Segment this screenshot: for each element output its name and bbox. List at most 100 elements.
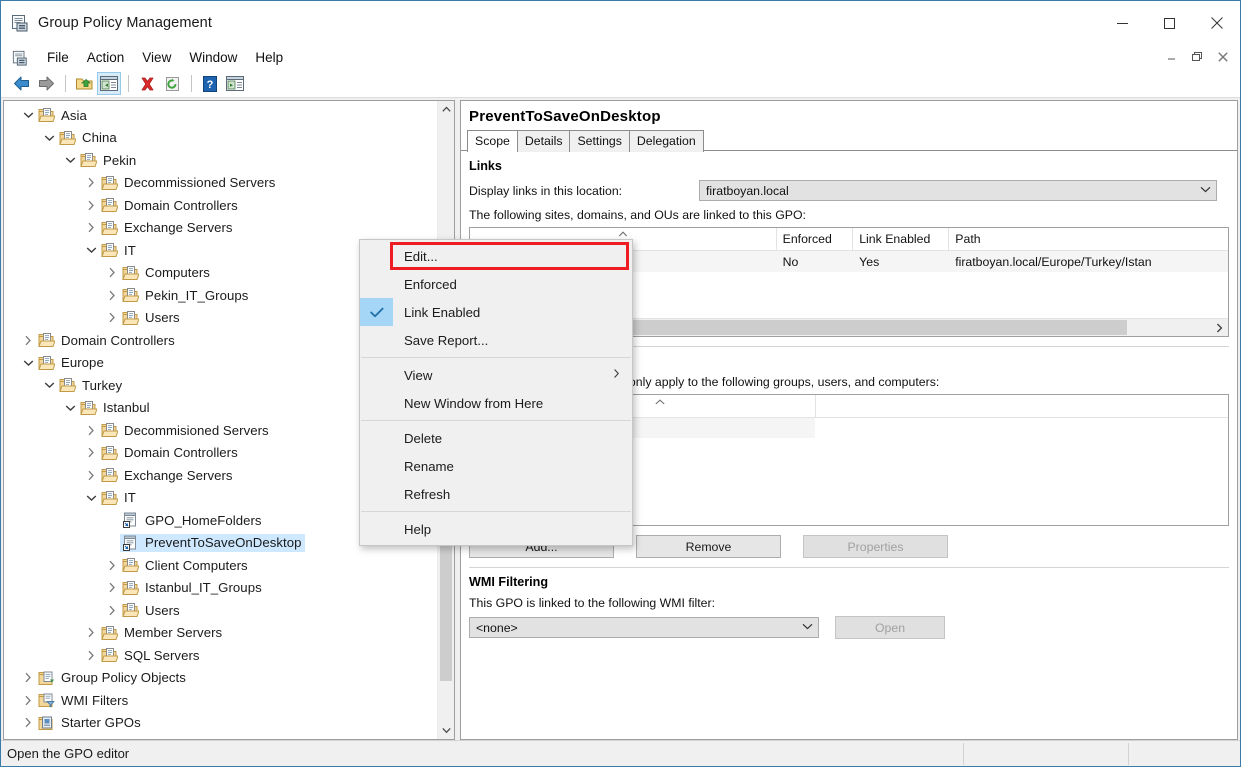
context-menu-item[interactable]: New Window from Here [360,389,632,417]
mdi-restore-button[interactable] [1184,47,1210,66]
chevron-right-icon[interactable] [20,332,36,348]
tree-node-content[interactable]: Exchange Servers [99,466,236,484]
tree-node-content[interactable]: Domain Controllers [99,444,241,462]
tree-node-content[interactable]: Europe [36,354,107,372]
tab-delegation[interactable]: Delegation [628,130,704,152]
chevron-right-icon[interactable] [83,220,99,236]
show-hide-action-pane-icon[interactable] [223,72,247,95]
menu-action[interactable]: Action [78,48,134,67]
tree-node-content[interactable]: Domain Controllers [36,331,178,349]
chevron-right-icon[interactable] [83,445,99,461]
context-menu[interactable]: Edit... Enforced Link Enabled Save Report..… [359,239,633,546]
tree-node-content[interactable]: Decommissioned Servers [99,174,278,192]
chevron-down-icon[interactable] [62,152,78,168]
chevron-right-icon[interactable] [20,670,36,686]
chevron-right-icon[interactable] [104,557,120,573]
maximize-button[interactable] [1146,1,1193,45]
chevron-down-icon[interactable] [83,490,99,506]
up-folder-icon[interactable] [72,72,96,95]
remove-button[interactable]: Remove [636,535,781,558]
chevron-right-icon[interactable] [83,625,99,641]
tab-details[interactable]: Details [516,130,571,152]
scroll-right-icon[interactable] [1211,320,1228,335]
tree-node[interactable]: Domain Controllers [4,194,438,217]
mdi-minimize-button[interactable] [1158,47,1184,66]
tree-node[interactable]: Exchange Servers [4,217,438,240]
tree-node[interactable]: Starter GPOs [4,712,438,735]
tree-node-content[interactable]: Users [120,309,183,327]
chevron-right-icon[interactable] [83,197,99,213]
chevron-right-icon[interactable] [83,647,99,663]
links-col-path[interactable]: Path [949,228,1228,250]
tree-node[interactable]: Users [4,599,438,622]
chevron-down-icon[interactable] [20,355,36,371]
tree-node[interactable]: Asia [4,104,438,127]
tree-node-content[interactable]: Member Servers [99,624,225,642]
context-menu-item[interactable]: Refresh [360,480,632,508]
menu-window[interactable]: Window [180,48,246,67]
tree-node-content[interactable]: Pekin [78,151,139,169]
tree-node-content[interactable]: GPO_HomeFolders [120,511,265,529]
tree-node-content[interactable]: Starter GPOs [36,714,144,732]
chevron-right-icon[interactable] [104,265,120,281]
tree-node-content[interactable]: PreventToSaveOnDesktop [120,533,305,552]
tree-node-content[interactable]: Users [120,601,183,619]
tree-node[interactable]: Group Policy Objects [4,667,438,690]
show-hide-console-tree-icon[interactable] [97,72,121,95]
tree-node-content[interactable]: Turkey [57,376,125,394]
tree-node-content[interactable]: Pekin_IT_Groups [120,286,251,304]
back-icon[interactable] [9,72,33,95]
chevron-right-icon[interactable] [104,310,120,326]
tab-settings[interactable]: Settings [569,130,630,152]
tab-scope[interactable]: Scope [467,130,518,152]
forward-icon[interactable] [34,72,58,95]
tree-node-content[interactable]: Group Policy Objects [36,669,189,687]
chevron-right-icon[interactable] [20,715,36,731]
open-wmi-filter-button[interactable]: Open [835,616,945,639]
tree-node-content[interactable]: Computers [120,264,213,282]
tree-node[interactable]: WMI Filters [4,689,438,712]
links-col-link-enabled[interactable]: Link Enabled [853,228,950,250]
tree-node-content[interactable]: IT [99,489,139,507]
chevron-right-icon[interactable] [83,467,99,483]
links-col-enforced[interactable]: Enforced [777,228,854,250]
tree-node-content[interactable]: China [57,129,120,147]
tree-node-content[interactable]: Decommisioned Servers [99,421,272,439]
properties-button[interactable]: Properties [803,535,948,558]
tree-node-content[interactable]: WMI Filters [36,691,131,709]
chevron-right-icon[interactable] [20,692,36,708]
chevron-down-icon[interactable] [83,242,99,258]
tree-node-content[interactable]: Asia [36,106,90,124]
scroll-up-icon[interactable] [438,101,454,118]
chevron-right-icon[interactable] [104,287,120,303]
tree-node[interactable]: Member Servers [4,622,438,645]
context-menu-item[interactable]: Enforced [360,270,632,298]
context-menu-item[interactable]: Rename [360,452,632,480]
context-menu-item[interactable]: Delete [360,424,632,452]
tree-node[interactable]: Pekin [4,149,438,172]
context-menu-item[interactable]: Edit... [360,242,632,270]
help-icon[interactable]: ? [198,72,222,95]
chevron-right-icon[interactable] [83,175,99,191]
tree-node-content[interactable]: IT [99,241,139,259]
tree-node-content[interactable]: Exchange Servers [99,219,236,237]
context-menu-item[interactable]: Save Report... [360,326,632,354]
minimize-button[interactable] [1099,1,1146,45]
tree-node[interactable]: Decommissioned Servers [4,172,438,195]
tree-node[interactable]: China [4,127,438,150]
chevron-right-icon[interactable] [83,422,99,438]
context-menu-item[interactable]: Help [360,515,632,543]
tree-node-content[interactable]: SQL Servers [99,646,203,664]
delete-icon[interactable] [135,72,159,95]
tree-node-content[interactable]: Client Computers [120,556,251,574]
tree-node[interactable]: SQL Servers [4,644,438,667]
scroll-down-icon[interactable] [438,722,454,739]
mdi-close-button[interactable] [1210,47,1236,66]
menu-file[interactable]: File [38,48,78,67]
tree-node-content[interactable]: Domain Controllers [99,196,241,214]
close-button[interactable] [1193,1,1240,45]
chevron-down-icon[interactable] [20,107,36,123]
wmi-filter-combo[interactable]: <none> [469,617,819,638]
menu-help[interactable]: Help [246,48,292,67]
tree-node-content[interactable]: Istanbul [78,399,153,417]
